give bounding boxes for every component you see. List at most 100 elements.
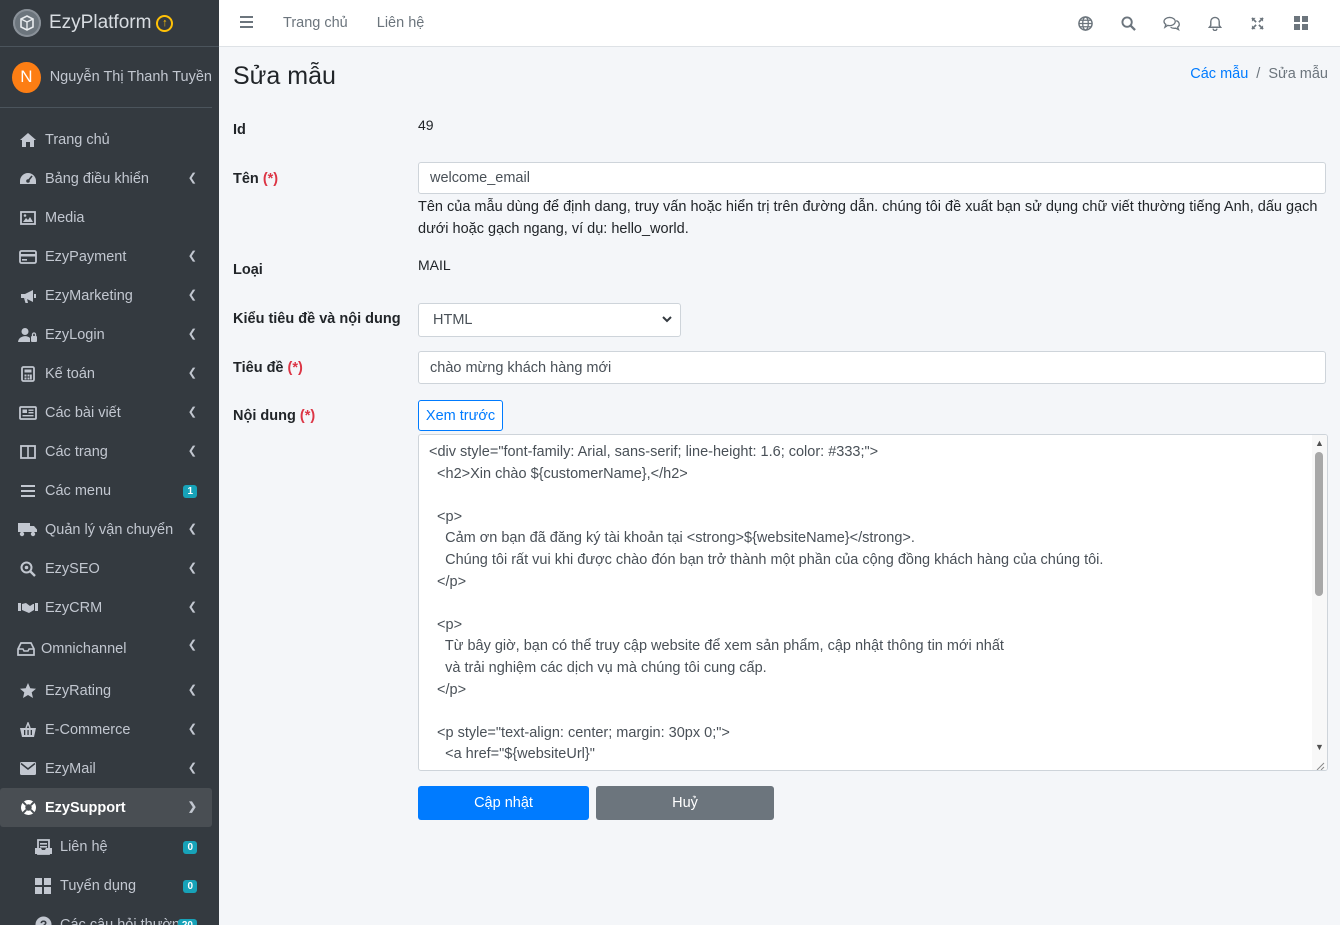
truck-icon: [18, 521, 38, 539]
name-label: Tên (*): [233, 171, 278, 187]
breadcrumb-separator: /: [1256, 66, 1261, 82]
preview-button[interactable]: Xem trước: [418, 400, 503, 431]
sidebar-item-ezymarketing[interactable]: EzyMarketing ❮: [0, 276, 219, 315]
chevron-down-icon: ❯: [187, 801, 197, 813]
nav-link-contact[interactable]: Liên hệ: [377, 15, 425, 31]
sidebar-item-trang-chu[interactable]: Trang chủ: [0, 120, 219, 159]
top-navbar: Trang chủ Liên hệ: [219, 0, 1340, 47]
id-label: Id: [233, 122, 246, 138]
sidebar-item-label: Các trang: [45, 443, 108, 460]
chevron-left-icon: ❮: [187, 762, 197, 774]
search-icon[interactable]: [1107, 15, 1150, 31]
chevron-left-icon: ❮: [187, 367, 197, 379]
navbar-actions: [1064, 0, 1322, 46]
life-ring-icon: [18, 799, 38, 817]
sidebar-item-ezyrating[interactable]: EzyRating ❮: [0, 671, 219, 710]
sidebar-item-lien-he[interactable]: Liên hệ 0: [0, 827, 219, 866]
main-content: Sửa mẫu Các mẫu / Sửa mẫu Id 49 Tên (*) we…: [219, 47, 1340, 925]
sidebar-item-cac-menu[interactable]: Các menu 1: [0, 471, 219, 510]
sidebar-nav: Trang chủ Bảng điều khiển ❮ Media EzyPay…: [0, 108, 219, 925]
sidebar-item-ezylogin[interactable]: EzyLogin ❮: [0, 315, 219, 354]
menu-toggle-icon[interactable]: [240, 15, 254, 31]
sidebar-item-bang-dieu-khien[interactable]: Bảng điều khiển ❮: [0, 159, 219, 198]
sidebar: EzyPlatform ↑ N Nguyễn Thị Thanh Tuyền T…: [0, 0, 219, 925]
sidebar-item-omnichannel[interactable]: Omnichannel ❮: [0, 627, 219, 671]
search-plus-icon: [18, 560, 38, 578]
scrollbar-thumb[interactable]: [1315, 452, 1323, 596]
inbox-icon: [16, 640, 36, 658]
chevron-left-icon: ❮: [187, 445, 197, 457]
sidebar-item-label: Omnichannel: [41, 641, 127, 657]
apps-icon[interactable]: [1279, 16, 1322, 30]
sidebar-item-ezycrm[interactable]: EzyCRM ❮: [0, 588, 219, 627]
breadcrumb: Các mẫu / Sửa mẫu: [1190, 66, 1328, 82]
sidebar-item-ezymail[interactable]: EzyMail ❮: [0, 749, 219, 788]
brand[interactable]: EzyPlatform ↑: [0, 0, 219, 47]
chevron-left-icon: ❮: [187, 562, 197, 574]
scroll-up-icon[interactable]: ▲: [1315, 438, 1324, 448]
sidebar-item-label: EzyRating: [45, 682, 112, 699]
columns-icon: [18, 443, 38, 461]
nav-link-home[interactable]: Trang chủ: [283, 15, 348, 31]
sidebar-item-label: Các menu: [45, 482, 112, 499]
content-textarea[interactable]: <div style="font-family: Arial, sans-ser…: [419, 435, 1327, 766]
sidebar-item-faq[interactable]: ? Các câu hỏi thường 20: [0, 905, 219, 925]
sidebar-item-ezypayment[interactable]: EzyPayment ❮: [0, 237, 219, 276]
sidebar-item-label: EzySupport: [45, 799, 126, 816]
chevron-left-icon: ❮: [187, 172, 197, 184]
sidebar-item-tuyen-dung[interactable]: Tuyển dụng 0: [0, 866, 219, 905]
resize-handle-icon[interactable]: [1315, 758, 1325, 770]
sidebar-item-cac-trang[interactable]: Các trang ❮: [0, 432, 219, 471]
recruitment-count-badge: 0: [183, 880, 197, 893]
sidebar-item-label: Kế toán: [45, 365, 95, 382]
breadcrumb-templates-link[interactable]: Các mẫu: [1190, 66, 1248, 82]
chevron-left-icon: ❮: [187, 523, 197, 535]
bell-icon[interactable]: [1193, 16, 1236, 31]
sidebar-item-label: Các bài viết: [45, 404, 121, 421]
user-name[interactable]: Nguyễn Thị Thanh Tuyền: [50, 69, 212, 85]
bars-icon: [18, 482, 38, 500]
comments-icon[interactable]: [1150, 16, 1193, 31]
format-select[interactable]: HTML: [418, 303, 681, 337]
dashboard-icon: [18, 170, 38, 188]
store-icon: [18, 721, 38, 739]
svg-text:?: ?: [39, 918, 46, 925]
sidebar-item-quan-ly-van-chuyen[interactable]: Quản lý vận chuyển ❮: [0, 510, 219, 549]
grid-icon: [33, 877, 53, 895]
sidebar-item-label: EzySEO: [45, 560, 100, 577]
sidebar-item-label: EzyCRM: [45, 599, 103, 616]
chevron-left-icon: ❮: [187, 601, 197, 613]
brand-logo-icon: [13, 9, 41, 37]
sidebar-item-label: E-Commerce: [45, 721, 131, 738]
arrow-up-circle-icon[interactable]: ↑: [156, 14, 174, 32]
name-input[interactable]: welcome_email: [418, 162, 1326, 194]
user-panel[interactable]: N Nguyễn Thị Thanh Tuyền: [0, 47, 212, 108]
globe-icon[interactable]: [1064, 15, 1107, 31]
credit-card-icon: [18, 248, 38, 266]
sidebar-item-ezysupport[interactable]: EzySupport ❯: [0, 788, 212, 827]
sidebar-item-media[interactable]: Media: [0, 198, 219, 237]
cancel-button[interactable]: Huỷ: [596, 786, 774, 820]
megaphone-icon: [18, 287, 38, 305]
breadcrumb-current: Sửa mẫu: [1268, 66, 1328, 82]
contact-icon: [33, 838, 53, 856]
update-button[interactable]: Cập nhật: [418, 786, 589, 820]
subject-label-text: Tiêu đề: [233, 360, 284, 376]
menu-count-badge: 1: [183, 485, 197, 498]
sidebar-item-label: Media: [45, 209, 85, 226]
content-editor[interactable]: <div style="font-family: Arial, sans-ser…: [418, 434, 1328, 771]
required-mark: (*): [262, 171, 279, 187]
sidebar-item-ezyseo[interactable]: EzySEO ❮: [0, 549, 219, 588]
expand-icon[interactable]: [1236, 16, 1279, 30]
subject-input[interactable]: chào mừng khách hàng mới: [418, 351, 1326, 384]
sidebar-item-cac-bai-viet[interactable]: Các bài viết ❮: [0, 393, 219, 432]
sidebar-item-label: Quản lý vận chuyển: [45, 521, 174, 538]
contact-count-badge: 0: [183, 841, 197, 854]
required-mark: (*): [287, 360, 303, 376]
scroll-down-icon[interactable]: ▼: [1315, 742, 1324, 752]
chevron-left-icon: ❮: [187, 289, 197, 301]
brand-name: EzyPlatform: [49, 12, 152, 33]
sidebar-item-e-commerce[interactable]: E-Commerce ❮: [0, 710, 219, 749]
sidebar-item-ke-toan[interactable]: Kế toán ❮: [0, 354, 219, 393]
editor-scrollbar[interactable]: ▲ ▼: [1312, 435, 1327, 770]
